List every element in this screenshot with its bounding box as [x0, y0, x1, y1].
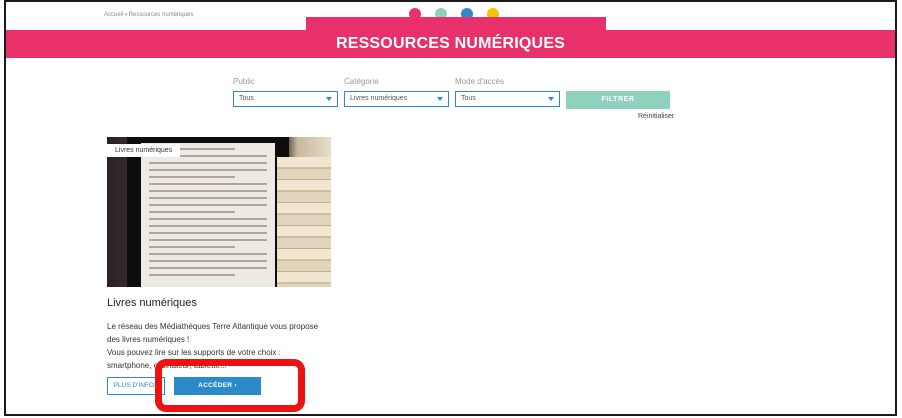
breadcrumb: Accueil»Ressources numériques [104, 12, 193, 18]
filter-access-label: Mode d'accès [455, 77, 505, 86]
filter-button[interactable]: FILTRER [566, 91, 670, 109]
filter-public-value: Tous [239, 95, 254, 102]
filter-category-label: Catégorie [344, 77, 379, 86]
card-image[interactable] [107, 137, 331, 287]
filter-access-select[interactable]: Tous [455, 91, 560, 107]
books-stack-illustration [277, 157, 331, 287]
chevron-down-icon [548, 97, 554, 101]
page-title: RESSOURCES NUMÉRIQUES [335, 35, 566, 52]
card-title[interactable]: Livres numériques [107, 297, 197, 309]
filter-public-select[interactable]: Tous [233, 91, 338, 107]
banner-tab [306, 17, 606, 31]
breadcrumb-home-link[interactable]: Accueil [104, 12, 123, 18]
tablet-screen [141, 143, 275, 287]
filter-public-label: Public [233, 77, 255, 86]
annotation-highlight-box [155, 359, 305, 412]
breadcrumb-separator: » [124, 12, 128, 18]
card-category-tag: Livres numériques [107, 144, 181, 157]
filter-access-value: Tous [461, 95, 476, 102]
card-description-line1: Le réseau des Médiathèques Terre Atlanti… [107, 322, 319, 344]
breadcrumb-current: Ressources numériques [128, 12, 194, 18]
chevron-down-icon [326, 97, 332, 101]
filter-category-value: Livres numériques [350, 95, 408, 102]
reset-filters-link[interactable]: Réinitialiser [638, 113, 674, 120]
filter-category-select[interactable]: Livres numériques [344, 91, 449, 107]
chevron-down-icon [437, 97, 443, 101]
tablet-illustration [127, 137, 289, 287]
